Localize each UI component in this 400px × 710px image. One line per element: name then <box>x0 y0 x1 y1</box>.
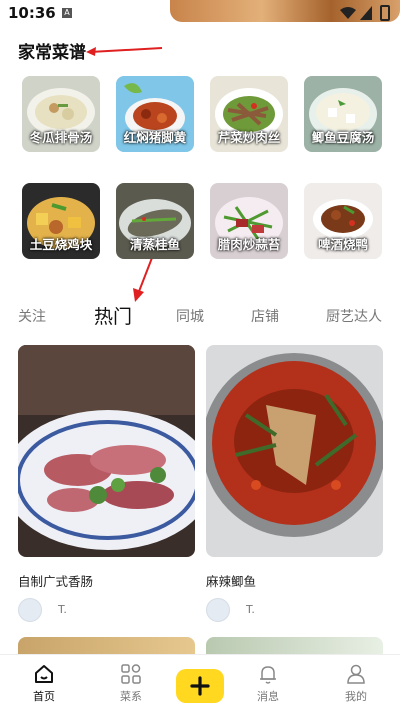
recipe-label: 鲫鱼豆腐汤 <box>311 130 375 145</box>
status-time: 10:36 <box>8 4 56 22</box>
feed-tabs: 关注 热门 同城 店铺 厨艺达人 <box>0 300 400 334</box>
avatar[interactable] <box>18 598 42 622</box>
bell-icon <box>260 666 276 684</box>
feed-title: 自制广式香肠 <box>18 574 94 589</box>
avatar[interactable] <box>206 598 230 622</box>
nav-home[interactable]: 首页 <box>14 663 74 704</box>
battery-icon <box>380 5 390 21</box>
feed-card[interactable]: 麻辣鲫鱼 T. <box>206 345 383 622</box>
signal-icon <box>360 6 372 20</box>
feed-title: 麻辣鲫鱼 <box>206 574 257 589</box>
annotation-arrow-icon <box>86 47 163 56</box>
recipe-card[interactable]: 红焖猪脚黄 <box>116 76 194 152</box>
author-name: T. <box>58 603 67 616</box>
nav-label: 菜系 <box>120 690 142 703</box>
nav-label: 我的 <box>345 690 367 703</box>
recipe-label: 腊肉炒蒜苔 <box>217 237 281 252</box>
recipe-label: 红焖猪脚黄 <box>123 130 187 145</box>
recipe-label: 清蒸桂鱼 <box>129 237 180 252</box>
feed-photo <box>18 345 195 557</box>
recipe-card[interactable]: 鲫鱼豆腐汤 <box>304 76 382 152</box>
recipe-label: 芹菜炒肉丝 <box>217 130 281 145</box>
recipe-card[interactable]: 腊肉炒蒜苔 <box>210 183 288 259</box>
plus-icon <box>190 676 210 696</box>
recipe-label: 土豆烧鸡块 <box>29 237 93 252</box>
tab-hot[interactable]: 热门 <box>94 302 132 329</box>
wifi-icon <box>340 7 356 19</box>
recipe-card[interactable]: 冬瓜排骨汤 <box>22 76 100 152</box>
home-icon <box>35 665 53 683</box>
recipe-card[interactable]: 啤酒烧鸭 <box>304 183 382 259</box>
nav-messages[interactable]: 消息 <box>238 663 298 704</box>
bottom-nav: 首页 菜系 消息 我的 <box>0 654 400 710</box>
tab-follow[interactable]: 关注 <box>18 306 46 326</box>
user-icon <box>347 664 365 684</box>
author-name: T. <box>246 603 255 616</box>
recipe-label: 冬瓜排骨汤 <box>29 130 93 145</box>
tab-cooking-experts[interactable]: 厨艺达人 <box>326 306 382 326</box>
spicy-fish-photo-icon <box>206 345 383 557</box>
status-bar: 10:36 A <box>0 0 400 28</box>
grid-icon <box>121 664 141 684</box>
recipe-card[interactable]: 土豆烧鸡块 <box>22 183 100 259</box>
feed-card[interactable]: 自制广式香肠 T. <box>18 345 195 622</box>
nav-label: 消息 <box>257 690 279 703</box>
feed-photo <box>206 345 383 557</box>
recipe-card[interactable]: 清蒸桂鱼 <box>116 183 194 259</box>
add-button[interactable] <box>176 669 224 703</box>
recipe-card[interactable]: 芹菜炒肉丝 <box>210 76 288 152</box>
tab-shops[interactable]: 店铺 <box>251 306 279 326</box>
nav-categories[interactable]: 菜系 <box>101 663 161 704</box>
recipe-label: 啤酒烧鸭 <box>317 237 368 252</box>
sausage-photo-icon <box>18 345 195 557</box>
nav-profile[interactable]: 我的 <box>326 663 386 704</box>
notification-a-icon: A <box>62 8 72 18</box>
tab-nearby[interactable]: 同城 <box>176 306 204 326</box>
nav-label: 首页 <box>33 690 55 703</box>
section-title: 家常菜谱 <box>18 43 86 63</box>
